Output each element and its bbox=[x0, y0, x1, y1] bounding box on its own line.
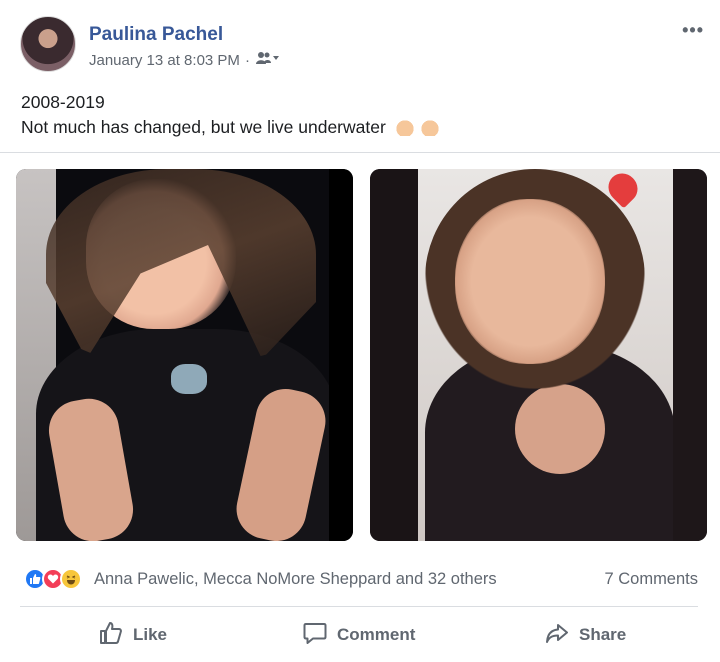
share-arrow-icon bbox=[544, 620, 570, 651]
friends-icon[interactable] bbox=[255, 51, 279, 69]
raising-hands-emoji bbox=[418, 118, 441, 136]
comment-icon bbox=[302, 620, 328, 651]
share-button[interactable]: Share bbox=[544, 612, 626, 658]
post-text: 2008-2019 Not much has changed, but we l… bbox=[21, 90, 441, 140]
post-meta: January 13 at 8:03 PM · bbox=[89, 51, 279, 69]
photo-grid bbox=[16, 169, 707, 541]
post-card: Paulina Pachel January 13 at 8:03 PM · •… bbox=[0, 0, 720, 662]
comment-button[interactable]: Comment bbox=[302, 612, 415, 658]
photo-detail bbox=[515, 384, 605, 474]
post-text-line-2: Not much has changed, but we live underw… bbox=[21, 117, 386, 137]
raising-hands-emoji bbox=[393, 118, 416, 136]
comment-label: Comment bbox=[337, 625, 416, 644]
meta-separator: · bbox=[244, 51, 250, 69]
photo-detail bbox=[455, 199, 605, 364]
author-name[interactable]: Paulina Pachel bbox=[89, 24, 223, 46]
reaction-names-link[interactable]: Anna Pawelic, Mecca NoMore Sheppard and … bbox=[94, 570, 497, 589]
post-actions: Like Comment Share bbox=[20, 612, 698, 658]
divider bbox=[0, 152, 720, 153]
comments-count-link[interactable]: 7 Comments bbox=[604, 570, 698, 589]
like-button[interactable]: Like bbox=[98, 612, 167, 658]
photo-detail bbox=[370, 169, 418, 541]
reactions-bar: Anna Pawelic, Mecca NoMore Sheppard and … bbox=[24, 566, 700, 594]
timestamp[interactable]: January 13 at 8:03 PM bbox=[89, 52, 240, 69]
photo-2019[interactable] bbox=[370, 169, 707, 541]
more-options-icon[interactable]: ••• bbox=[682, 20, 704, 41]
haha-reaction-icon bbox=[60, 568, 82, 590]
post-header: Paulina Pachel January 13 at 8:03 PM · •… bbox=[20, 16, 710, 80]
photo-2008[interactable] bbox=[16, 169, 353, 541]
photo-detail bbox=[171, 364, 207, 394]
avatar[interactable] bbox=[20, 16, 76, 72]
post-text-line-1: 2008-2019 bbox=[21, 92, 105, 112]
share-label: Share bbox=[579, 625, 627, 644]
reaction-icons[interactable] bbox=[24, 568, 92, 590]
like-label: Like bbox=[133, 625, 168, 644]
divider bbox=[20, 606, 698, 607]
photo-detail bbox=[673, 169, 707, 541]
photo-detail bbox=[329, 169, 353, 541]
thumbs-up-icon bbox=[98, 620, 124, 651]
